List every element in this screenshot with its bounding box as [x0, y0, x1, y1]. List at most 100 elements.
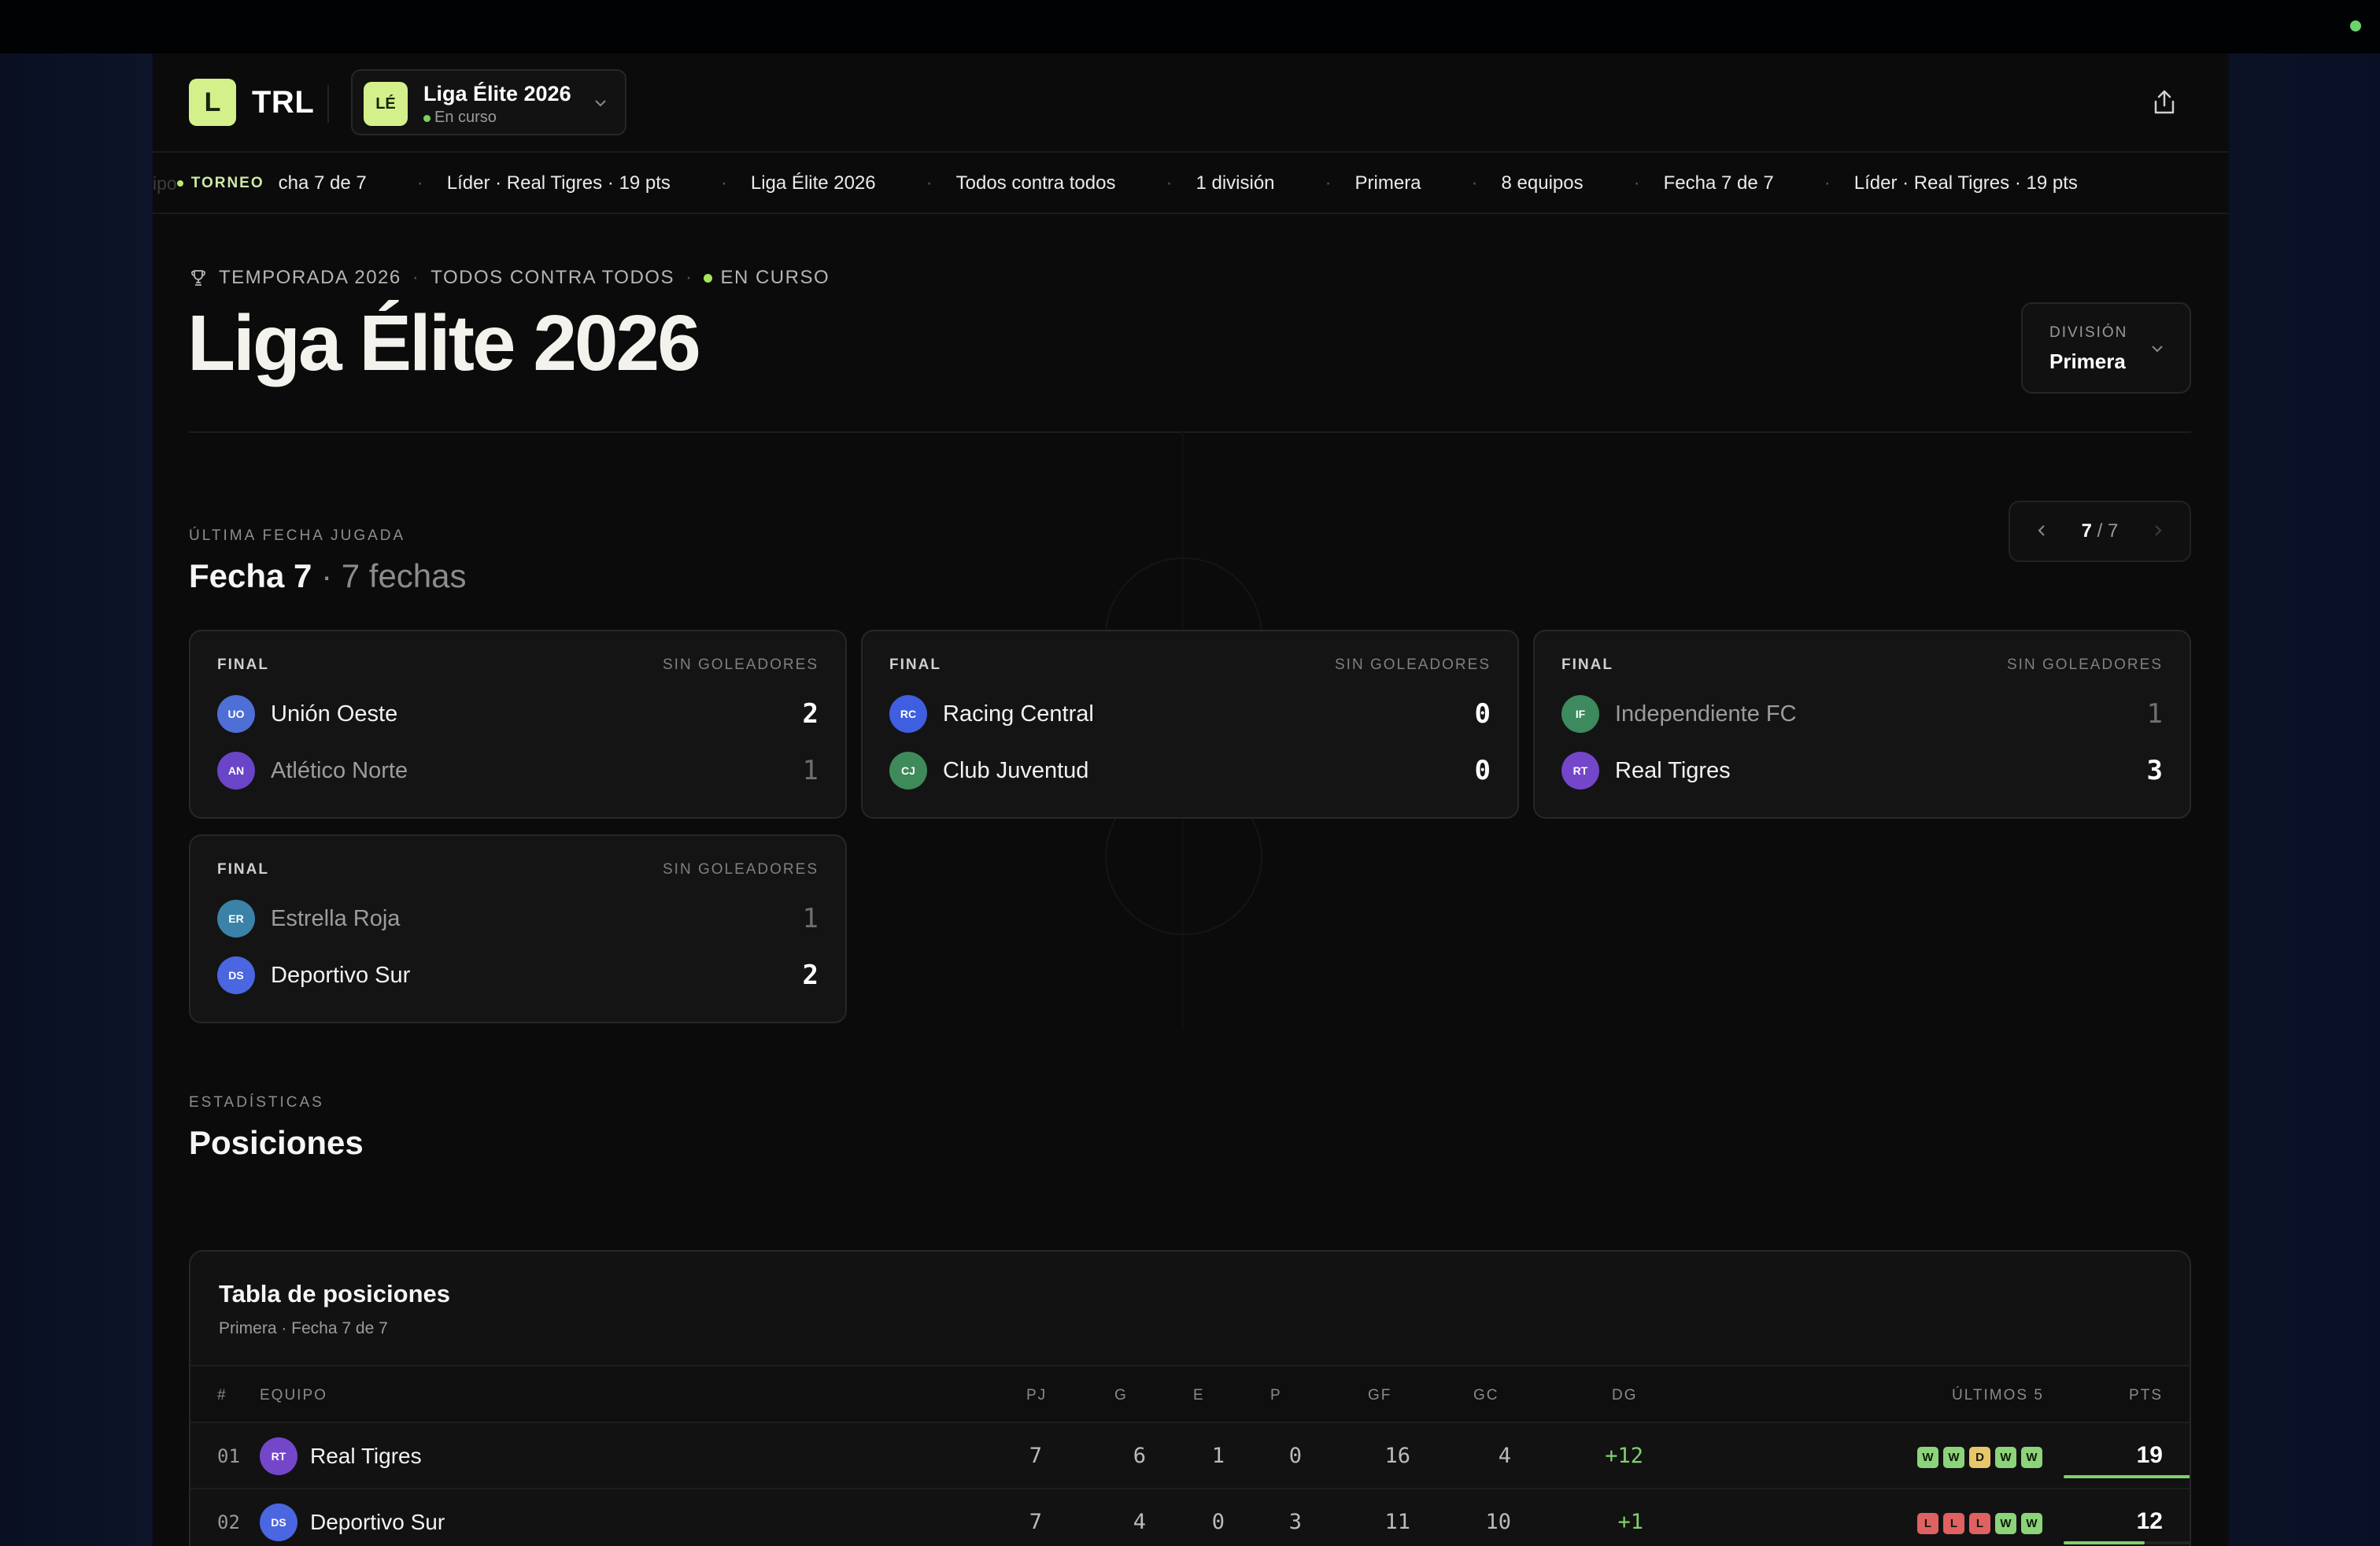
match-team-row: ER Estrella Roja 1 [217, 899, 819, 938]
col-p[interactable]: P [1270, 1387, 1282, 1404]
team-name: Real Tigres [1615, 757, 1731, 783]
match-team-row: CJ Club Juventud 0 [889, 751, 1491, 790]
row-position: 02 [217, 1511, 240, 1533]
stat-pj: 7 [1029, 1444, 1042, 1468]
chevron-down-icon [2149, 340, 2166, 362]
match-card[interactable]: FINAL SIN GOLEADORES ER Estrella Roja 1 DS Dep… [189, 834, 847, 1023]
match-team-row: UO Unión Oeste 2 [217, 694, 819, 734]
round-title: Fecha 7 · 7 fechas [189, 557, 467, 595]
round-title-main: Fecha 7 [189, 557, 312, 594]
form-badge: D [1969, 1447, 1990, 1468]
form-badges: LLLWW [1917, 1513, 2042, 1534]
team-name: Independiente FC [1615, 701, 1797, 727]
match-team-row: RC Racing Central 0 [889, 694, 1491, 734]
share-button[interactable] [2147, 85, 2182, 120]
match-status: FINAL [889, 656, 941, 673]
round-pager: 7 / 7 [2009, 501, 2191, 562]
ticker-fragment: ipo [153, 172, 177, 194]
team-crest: IF [1561, 695, 1599, 733]
stat-pj: 7 [1029, 1510, 1042, 1534]
next-round-button[interactable] [2150, 520, 2166, 544]
status-label: EN CURSO [720, 267, 830, 288]
points-bar-fill [2064, 1541, 2145, 1544]
page-title: Liga Élite 2026 [187, 299, 701, 387]
stat-gc: 4 [1498, 1444, 1511, 1468]
form-badge: W [2021, 1447, 2042, 1468]
team-name: Racing Central [943, 701, 1094, 727]
ticker-item: · Líder · Real Tigres · 19 pts [416, 172, 671, 194]
format-label: TODOS CONTRA TODOS [431, 267, 674, 288]
league-selector[interactable]: LÉ Liga Élite 2026 En curso [351, 69, 626, 135]
league-name: Liga Élite 2026 [423, 82, 571, 105]
col-pj[interactable]: PJ [1026, 1387, 1047, 1404]
ticker-label: TORNEO [176, 175, 264, 192]
match-team-row: RT Real Tigres 3 [1561, 751, 2163, 790]
col-gc[interactable]: GC [1473, 1387, 1499, 1404]
col-pts[interactable]: PTS [2129, 1387, 2163, 1404]
standings-title: Posiciones [189, 1124, 364, 1161]
stat-p: 0 [1288, 1444, 1302, 1468]
ticker-item-text: Liga Élite 2026 [750, 172, 876, 194]
ticker-item-text: cha 7 de 7 [278, 172, 367, 194]
team-crest: AN [217, 752, 255, 790]
match-card[interactable]: FINAL SIN GOLEADORES UO Unión Oeste 2 AN Atlét… [189, 630, 847, 819]
table-subtitle: Primera · Fecha 7 de 7 [219, 1319, 388, 1337]
col-e[interactable]: E [1193, 1387, 1205, 1404]
league-badge: LÉ [364, 82, 408, 126]
match-scorers: SIN GOLEADORES [663, 861, 819, 878]
col-dg[interactable]: DG [1612, 1387, 1638, 1404]
round-total: / 7 [2097, 520, 2119, 542]
ticker-item-text: Primera [1354, 172, 1421, 194]
col-gf[interactable]: GF [1368, 1387, 1391, 1404]
stat-gf: 11 [1384, 1510, 1410, 1534]
division-value: Primera [2049, 350, 2126, 373]
match-card[interactable]: FINAL SIN GOLEADORES IF Independiente FC 1 RT… [1533, 630, 2191, 819]
stat-dg: +1 [1617, 1510, 1643, 1534]
stat-p: 3 [1288, 1510, 1302, 1534]
system-top-bar [0, 0, 2380, 54]
ticker-item: cha 7 de 7 [279, 172, 367, 194]
division-selector[interactable]: DIVISIÓN Primera [2021, 302, 2191, 394]
team-score: 1 [2146, 698, 2163, 730]
hero-kicker: TEMPORADA 2026 · TODOS CONTRA TODOS · EN… [189, 267, 830, 289]
form-badges: WWDWW [1917, 1447, 2042, 1468]
previous-round-button[interactable] [2034, 520, 2049, 544]
team-name: Deportivo Sur [310, 1510, 445, 1534]
table-header: # EQUIPO PJ G E P GF GC DG ÚLTIMOS 5 PTS [190, 1367, 2190, 1422]
team-score: 3 [2146, 755, 2163, 786]
team-score: 2 [802, 698, 819, 730]
team-score: 1 [802, 755, 819, 786]
chevron-right-icon [2155, 524, 2162, 536]
match-team-row: AN Atlético Norte 1 [217, 751, 819, 790]
table-row[interactable]: 02 DS Deportivo Sur 7 4 0 3 11 10 +1 L L L W W 12 [190, 1488, 2190, 1546]
match-status: FINAL [217, 656, 269, 673]
team-crest: DS [217, 956, 255, 994]
form-badge: W [1943, 1447, 1964, 1468]
stat-dg: +12 [1605, 1444, 1643, 1468]
stat-e: 1 [1211, 1444, 1225, 1468]
team-score: 2 [802, 960, 819, 991]
form-badge: W [1995, 1513, 2016, 1534]
divider [189, 431, 2191, 433]
ticker-track: ipo TORNEO cha 7 de 7 · Líder · Real Tigr… [153, 153, 2078, 213]
live-dot-icon [704, 273, 713, 283]
table-row[interactable]: 01 RT Real Tigres 7 6 1 0 16 4 +12 W W D W W 19 [190, 1422, 2190, 1488]
app-logo[interactable]: L [189, 79, 236, 126]
team-score: 1 [802, 903, 819, 934]
col-team[interactable]: EQUIPO [260, 1387, 327, 1404]
col-g[interactable]: G [1114, 1387, 1128, 1404]
form-badge: W [1917, 1447, 1938, 1468]
ticker-dot-icon [176, 180, 183, 187]
table-title: Tabla de posiciones [219, 1280, 451, 1307]
match-card[interactable]: FINAL SIN GOLEADORES RC Racing Central 0 CJ Cl… [861, 630, 1519, 819]
match-scorers: SIN GOLEADORES [1335, 656, 1491, 673]
stat-gc: 10 [1485, 1510, 1511, 1534]
team-crest: RC [889, 695, 927, 733]
trophy-icon [191, 270, 205, 286]
ticker-label-text: TORNEO [190, 175, 264, 191]
team-score: 0 [1474, 755, 1491, 786]
form-badge: W [1995, 1447, 2016, 1468]
form-badge: L [1917, 1513, 1938, 1534]
round-title-total: · 7 fechas [321, 557, 467, 594]
match-team-row: IF Independiente FC 1 [1561, 694, 2163, 734]
